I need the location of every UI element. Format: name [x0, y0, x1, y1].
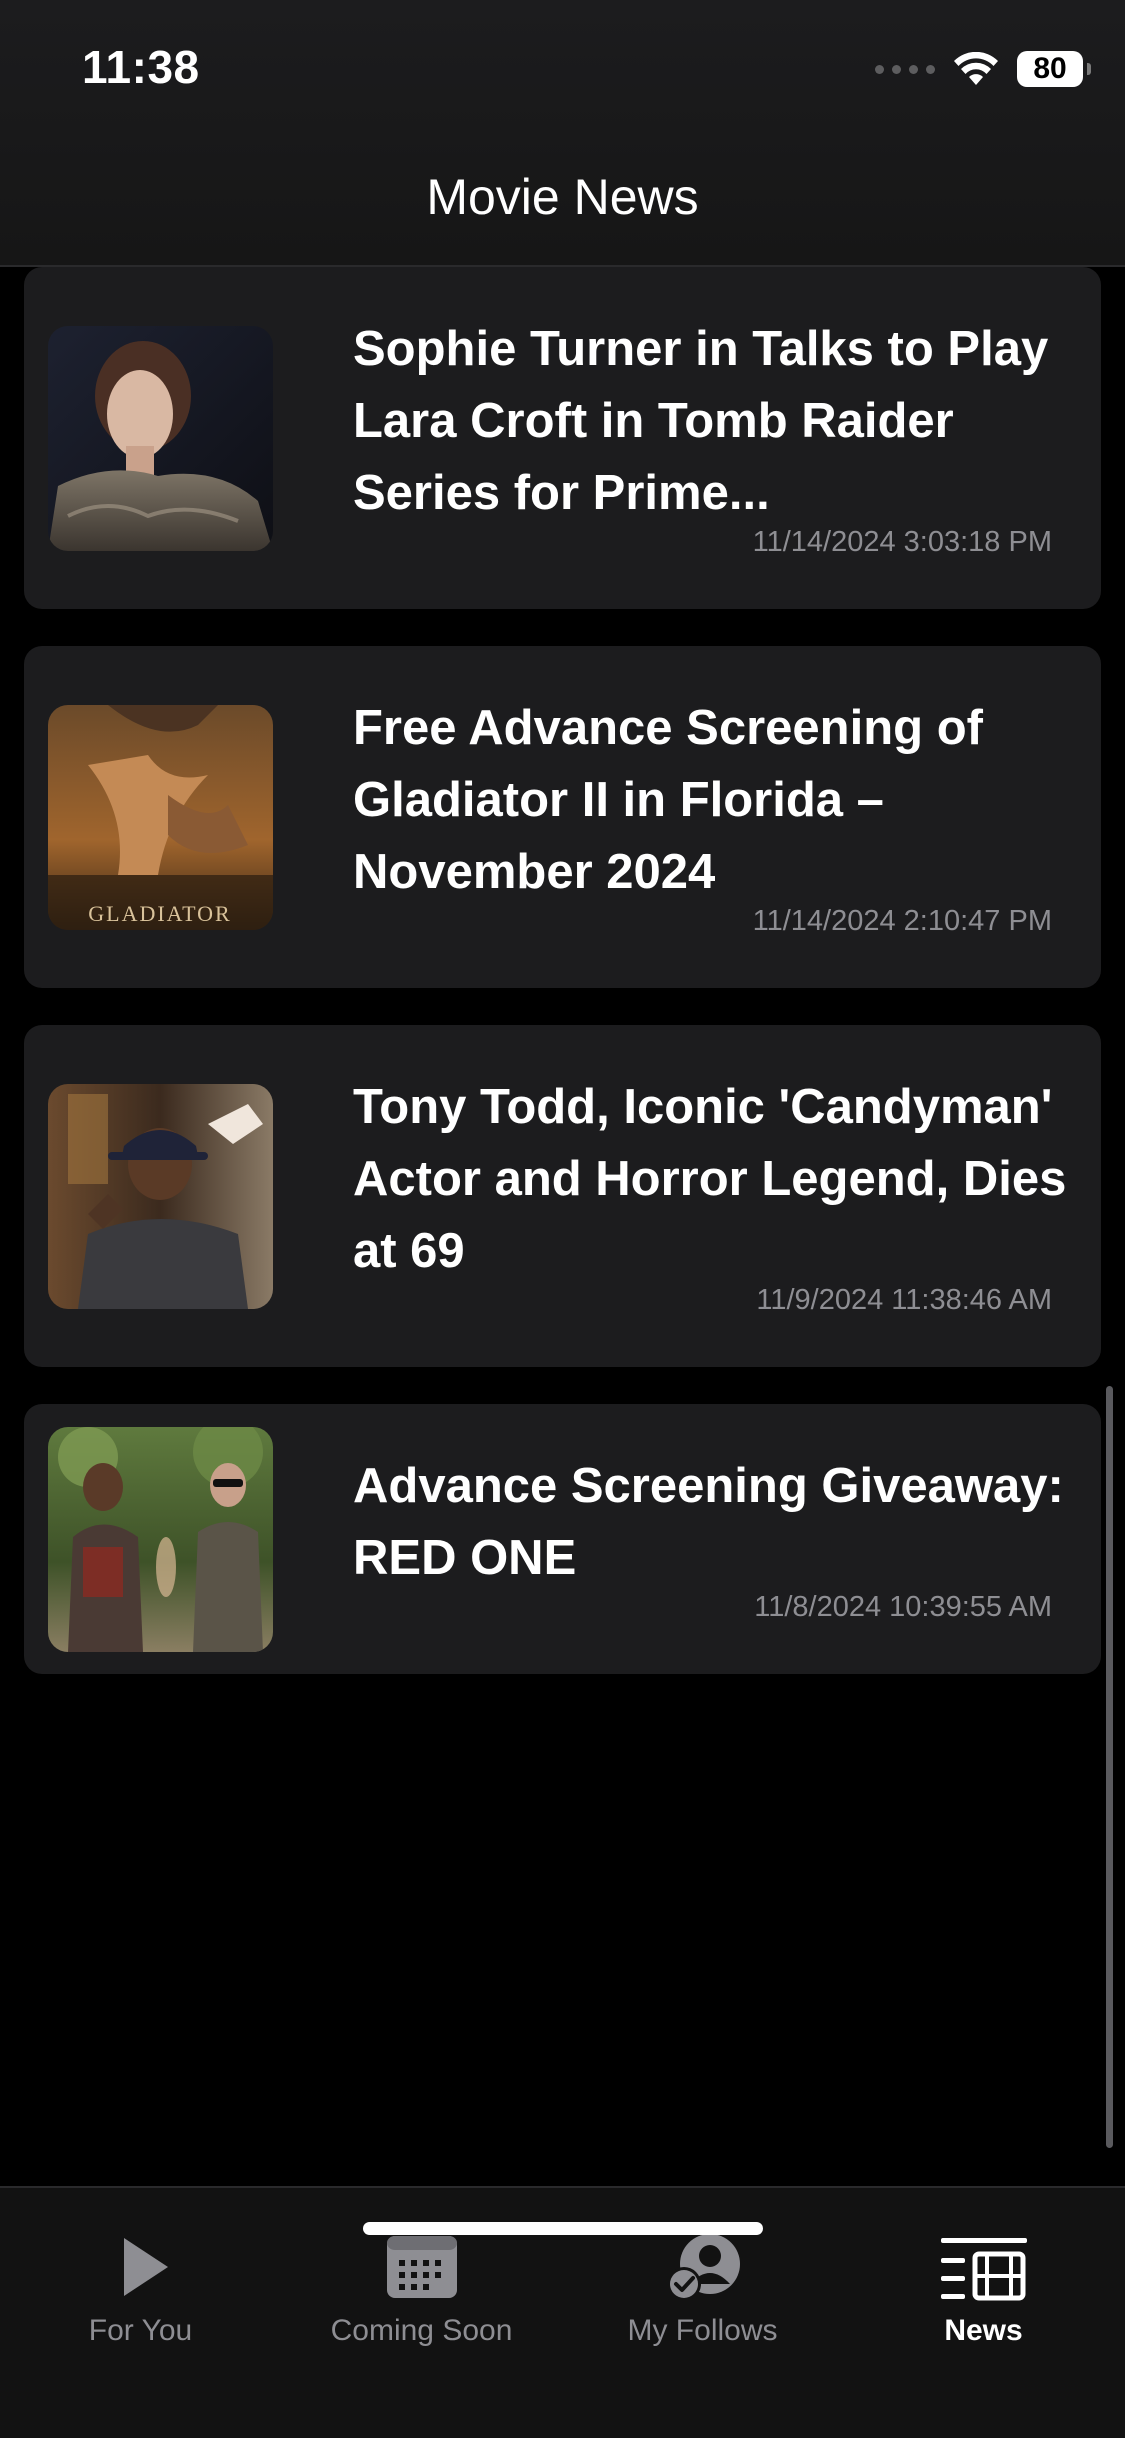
page-title: Movie News — [426, 169, 699, 225]
news-thumbnail — [48, 326, 273, 551]
news-card[interactable]: Tony Todd, Iconic 'Candyman' Actor and H… — [24, 1025, 1101, 1367]
tab-label: For You — [88, 2314, 193, 2347]
news-date: 11/9/2024 11:38:46 AM — [756, 1284, 1052, 1316]
news-card[interactable]: Sophie Turner in Talks to Play Lara Crof… — [24, 267, 1101, 609]
status-time: 11:38 — [82, 41, 200, 93]
news-thumbnail — [48, 1084, 273, 1309]
tab-news[interactable]: News — [843, 2208, 1124, 2347]
news-title: Free Advance Screening of Gladiator II i… — [353, 701, 983, 899]
news-icon — [940, 2238, 1027, 2301]
news-date: 11/14/2024 2:10:47 PM — [752, 905, 1052, 937]
tab-for-you[interactable]: For You — [0, 2208, 281, 2347]
news-thumbnail: GLADIATOR — [48, 705, 273, 930]
news-thumbnail — [48, 1427, 273, 1652]
cellular-signal-icon — [875, 64, 935, 74]
tab-label: Coming Soon — [330, 2314, 513, 2347]
news-title: Advance Screening Giveaway: RED ONE — [353, 1459, 1064, 1585]
news-card[interactable]: Advance Screening Giveaway: RED ONE 11/8… — [24, 1404, 1101, 1674]
news-title: Sophie Turner in Talks to Play Lara Crof… — [353, 322, 1049, 520]
status-indicators: 80 — [875, 46, 1091, 92]
news-card[interactable]: GLADIATOR Free Advance Screening of Glad… — [24, 646, 1101, 988]
battery-icon: 80 — [1017, 51, 1091, 87]
tab-label: News — [944, 2314, 1023, 2347]
portrait-woman-fur-image — [48, 326, 273, 551]
wifi-icon — [954, 52, 998, 85]
follows-icon — [666, 2234, 740, 2301]
news-date: 11/14/2024 3:03:18 PM — [752, 526, 1052, 558]
play-icon — [123, 2238, 168, 2296]
tab-label: My Follows — [627, 2314, 778, 2347]
calendar-icon — [386, 2236, 457, 2298]
news-date: 11/8/2024 10:39:55 AM — [754, 1591, 1052, 1623]
scrollbar[interactable] — [1106, 1386, 1113, 2148]
navigation-header: 11:38 80 Movie News — [0, 0, 1125, 267]
news-title: Tony Todd, Iconic 'Candyman' Actor and H… — [353, 1080, 1067, 1278]
gladiator-poster-image: GLADIATOR — [48, 705, 273, 930]
man-cap-image — [48, 1084, 273, 1309]
home-indicator[interactable] — [363, 2222, 763, 2235]
svg-text:GLADIATOR: GLADIATOR — [88, 901, 231, 926]
red-one-scene-image — [48, 1427, 273, 1652]
